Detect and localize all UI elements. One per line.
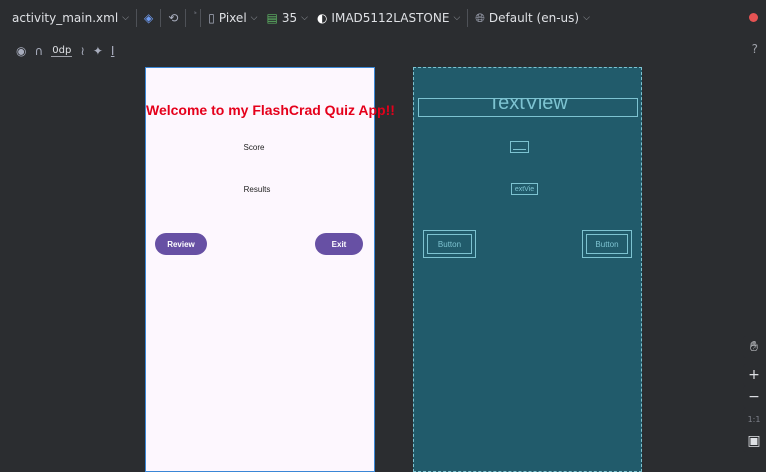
blueprint-button-label: Button: [595, 239, 619, 249]
score-textview[interactable]: Score: [146, 143, 362, 152]
file-selector[interactable]: activity_main.xml ⌵: [12, 11, 129, 25]
exit-button[interactable]: Exit: [315, 233, 363, 255]
rotate-icon: ⟲: [168, 11, 179, 25]
design-preview[interactable]: Welcome to my FlashCrad Quiz App!! Score…: [145, 67, 395, 472]
chevron-down-icon: ⌵: [301, 13, 308, 23]
review-button[interactable]: Review: [155, 233, 207, 255]
blueprint-results-label: extVie: [514, 185, 535, 193]
orientation-button[interactable]: ⟲: [168, 12, 178, 24]
design-toolbar: activity_main.xml ⌵ ◈ ⟲ ٞ ▯ Pixel ⌵ ▤ 35…: [0, 0, 766, 36]
separator: [135, 9, 137, 27]
results-textview[interactable]: Results: [146, 185, 368, 194]
blueprint-review-button[interactable]: Button: [423, 230, 476, 258]
blueprint-score-placeholder: [513, 146, 526, 150]
error-indicator-icon[interactable]: [749, 13, 758, 22]
separator: [185, 9, 187, 27]
infer-constraints-icon[interactable]: ✦: [93, 45, 103, 57]
blueprint-score-textview[interactable]: [510, 141, 529, 153]
welcome-textview[interactable]: Welcome to my FlashCrad Quiz App!!: [146, 102, 395, 118]
align-icon[interactable]: I: [111, 45, 115, 57]
help-icon[interactable]: ?: [752, 42, 758, 56]
layout-toolbar: ◉ ∩ 0dp ≀ ✦ I: [0, 36, 766, 66]
zoom-to-fit-icon[interactable]: ▣: [743, 430, 765, 452]
eye-icon[interactable]: ◉: [16, 45, 26, 57]
theme-icon: ◐: [316, 11, 328, 25]
magnet-icon[interactable]: ∩: [34, 45, 43, 57]
globe-icon: 🌐︎: [475, 11, 485, 25]
zoom-in-button[interactable]: +: [743, 364, 765, 386]
blueprint-exit-button[interactable]: Button: [582, 230, 632, 258]
zoom-one-to-one-button[interactable]: 1:1: [743, 408, 765, 430]
theme-label: IMAD5112LASTONE: [331, 11, 450, 25]
api-level: 35: [281, 11, 298, 25]
api-selector[interactable]: ▤ 35 ⌵: [266, 11, 307, 25]
device-label: Pixel: [218, 11, 247, 25]
blueprint-preview[interactable]: TextView extVie Button Button: [413, 67, 642, 472]
device-selector[interactable]: ▯ Pixel ⌵: [208, 11, 257, 25]
layers-icon: ◈: [143, 11, 154, 25]
chevron-down-icon: ⌵: [583, 13, 590, 23]
chevron-down-icon: ⌵: [122, 13, 129, 23]
separator: [200, 9, 202, 27]
locale-selector[interactable]: 🌐︎ Default (en-us) ⌵: [475, 11, 590, 25]
zoom-out-button[interactable]: −: [743, 386, 765, 408]
separator: [467, 9, 469, 27]
pan-hand-icon[interactable]: ✋︎: [743, 336, 765, 358]
android-icon: ▤: [266, 11, 278, 25]
design-mode-button[interactable]: ◈: [144, 12, 153, 24]
default-margin-selector[interactable]: 0dp: [51, 45, 73, 57]
file-name: activity_main.xml: [12, 11, 119, 25]
separator: [160, 9, 162, 27]
blueprint-title-label: TextView: [488, 98, 568, 114]
blueprint-button-label: Button: [437, 239, 462, 249]
clear-constraints-icon[interactable]: ≀: [80, 45, 85, 57]
theme-selector[interactable]: ◐ IMAD5112LASTONE ⌵: [317, 11, 460, 25]
locale-label: Default (en-us): [488, 11, 580, 25]
zoom-controls: ✋︎ + − 1:1 ▣: [742, 336, 766, 452]
blueprint-title-textview[interactable]: TextView: [418, 98, 638, 117]
chevron-down-icon: ⌵: [250, 13, 258, 23]
phone-icon: ▯: [208, 11, 215, 25]
blueprint-results-textview[interactable]: extVie: [511, 183, 538, 195]
chevron-down-icon: ⌵: [453, 13, 461, 23]
